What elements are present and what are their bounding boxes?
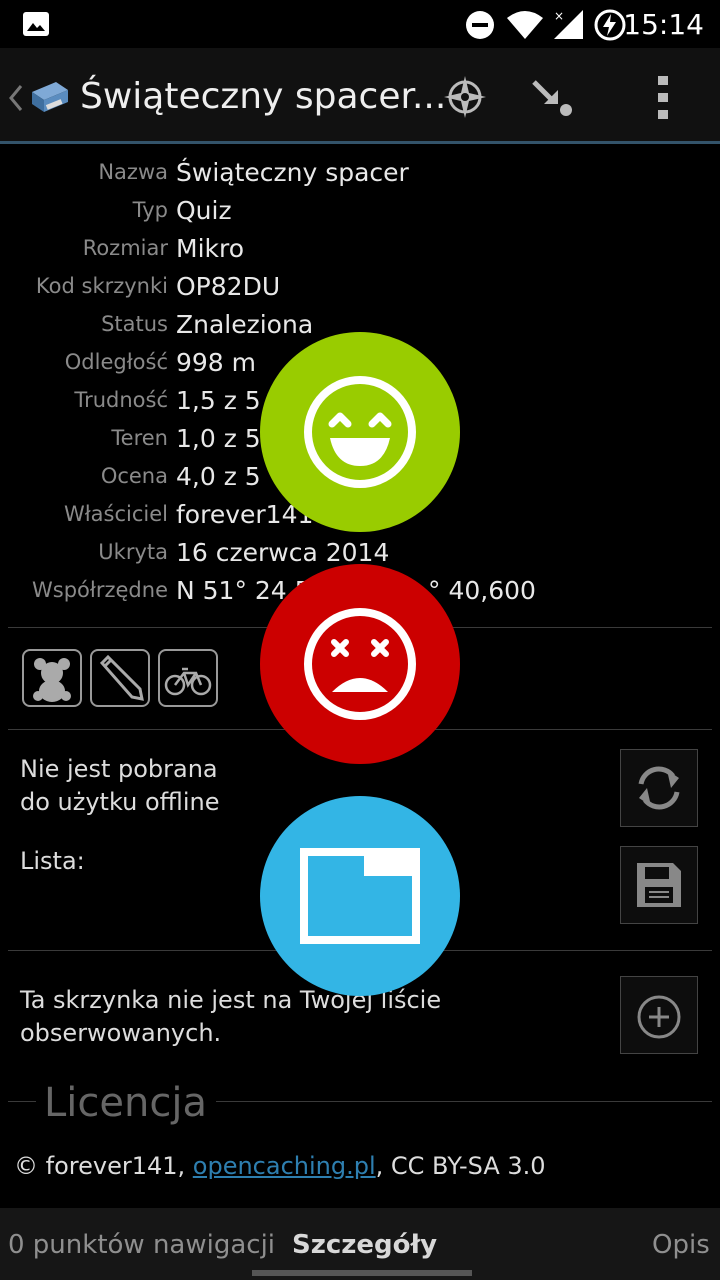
back-chevron-icon[interactable] [8,84,24,112]
detail-value: 16 czerwca 2014 [176,538,390,567]
log-found-fab[interactable] [260,332,460,532]
detail-label: Ocena [100,464,168,488]
detail-label: Współrzędne [32,578,168,602]
floppy-disk-icon [637,863,681,907]
license-divider [216,1101,712,1102]
navigate-arrow-icon[interactable] [530,78,574,118]
happy-face-icon [304,376,416,488]
detail-value: OP82DU [176,272,281,301]
refresh-button[interactable] [620,749,698,827]
status-bar: × 15:14 [0,0,720,48]
detail-label: Trudność [74,388,168,412]
attribute-kids-icon[interactable] [22,649,82,707]
detail-label: Odległość [64,350,168,374]
detail-value: 1,0 z 5 [176,424,261,453]
detail-label: Nazwa [98,160,168,184]
detail-value: Świąteczny spacer [176,158,409,187]
log-dnf-fab[interactable] [260,564,460,764]
license-owner: © forever141, [14,1152,193,1180]
offline-status-line: Nie jest pobrana [20,755,218,783]
attribute-logbook-pencil-icon[interactable] [90,649,150,707]
watchlist-status-line: obserwowanych. [20,1019,222,1047]
refresh-icon [638,766,680,810]
svg-text:×: × [554,9,564,23]
clock: 15:14 [623,8,704,41]
offline-status-text: Nie jest pobrana do użytku offline [20,753,220,819]
list-label: Lista: [20,847,85,875]
gallery-notification-icon [23,12,49,36]
battery-charging-icon [594,9,626,41]
tab-waypoints[interactable]: 0 punktów nawigacji [8,1230,275,1260]
license-text: © forever141, opencaching.pl, CC BY-SA 3… [14,1152,546,1180]
active-tab-indicator [252,1270,472,1276]
overflow-menu-icon[interactable] [656,74,670,120]
detail-label: Właściciel [63,502,168,526]
detail-label: Typ [132,198,168,222]
save-to-list-button[interactable] [620,846,698,924]
log-note-fab[interactable] [260,796,460,996]
attribute-bicycle-icon[interactable] [158,649,218,707]
detail-value: 4,0 z 5 [176,462,261,491]
license-type: , CC BY-SA 3.0 [375,1152,546,1180]
detail-value: 998 m [176,348,257,377]
compass-icon[interactable] [442,74,488,120]
opencaching-link[interactable]: opencaching.pl [193,1152,376,1180]
do-not-disturb-icon [466,11,494,39]
action-bar-divider [0,141,720,144]
add-to-watchlist-button[interactable] [620,976,698,1054]
license-divider [8,1101,36,1102]
cache-app-icon[interactable] [28,78,70,116]
offline-status-line: do użytku offline [20,788,220,816]
page-title: Świąteczny spacer... [80,76,447,117]
sad-face-icon [304,608,416,720]
detail-label: Rozmiar [82,236,168,260]
tab-details[interactable]: Szczegóły [292,1230,437,1260]
detail-label: Kod skrzynki [35,274,168,298]
wifi-icon [507,11,543,39]
detail-value: 1,5 z 5 [176,386,261,415]
detail-value: Quiz [176,196,232,225]
detail-label: Ukryta [98,540,168,564]
detail-value: Mikro [176,234,245,263]
signal-icon: × [554,9,583,39]
detail-label: Teren [111,426,168,450]
add-circle-icon [637,995,681,1039]
note-icon [300,848,420,944]
detail-label: Status [101,312,168,336]
license-heading: Licencja [44,1080,207,1126]
tab-description[interactable]: Opis [652,1230,710,1260]
